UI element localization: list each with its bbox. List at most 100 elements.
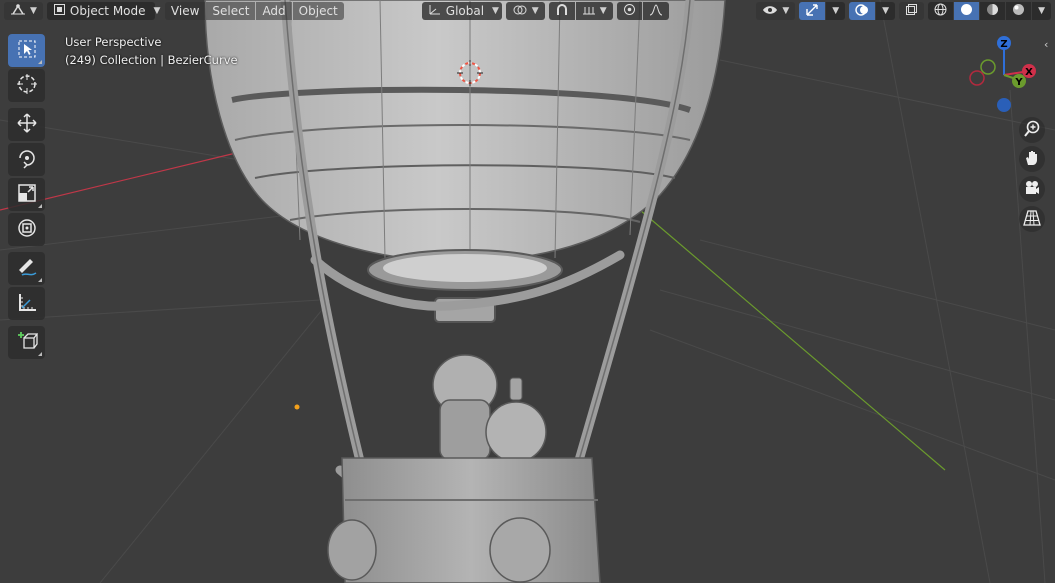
navigation-gizmo[interactable]: Z Y X bbox=[962, 30, 1048, 116]
xray-toggle[interactable] bbox=[899, 2, 925, 20]
gizmo-arrows-icon bbox=[805, 3, 819, 20]
3d-viewport[interactable] bbox=[0, 0, 1055, 583]
menu-view-label: View bbox=[170, 4, 200, 18]
viewport-header: ▼ Object Mode ▼ View Select Add Object G… bbox=[0, 0, 1055, 22]
menu-add-label: Add bbox=[262, 4, 286, 18]
basket[interactable] bbox=[327, 457, 601, 583]
ortho-toggle-button[interactable] bbox=[1019, 206, 1045, 232]
gizmo-x-label: X bbox=[1025, 67, 1033, 78]
zoom-icon bbox=[1023, 120, 1041, 141]
zoom-button[interactable] bbox=[1019, 117, 1045, 143]
shading-dropdown[interactable]: ▼ bbox=[1032, 2, 1051, 20]
view-name: User Perspective bbox=[65, 35, 162, 49]
proportional-edit-toggle[interactable] bbox=[616, 2, 642, 20]
proportional-edit-icon bbox=[623, 3, 636, 19]
magnet-icon bbox=[555, 3, 569, 19]
menu-select[interactable]: Select bbox=[206, 2, 256, 20]
tool-select-box[interactable] bbox=[8, 34, 45, 67]
transform-icon bbox=[16, 217, 38, 242]
orientation-icon bbox=[428, 3, 442, 19]
gizmo-toggle[interactable] bbox=[799, 2, 826, 20]
orientation-label: Global bbox=[445, 4, 485, 18]
camera-view-button[interactable] bbox=[1019, 176, 1045, 202]
y-axis-line bbox=[639, 209, 946, 471]
tool-annotate[interactable] bbox=[8, 252, 45, 285]
grid-ortho-icon bbox=[1023, 209, 1041, 230]
pan-button[interactable] bbox=[1019, 146, 1045, 172]
select-box-icon bbox=[17, 39, 37, 62]
annotate-icon bbox=[16, 256, 38, 281]
gizmo-dropdown[interactable]: ▼ bbox=[826, 2, 846, 20]
chevron-down-icon: ▼ bbox=[153, 6, 161, 16]
snap-toggle[interactable] bbox=[548, 2, 575, 20]
menu-object[interactable]: Object bbox=[292, 2, 344, 20]
wireframe-sphere-icon bbox=[934, 3, 947, 19]
xray-icon bbox=[905, 3, 918, 19]
rendered-sphere-icon bbox=[1012, 3, 1025, 19]
editor-type-button[interactable]: ▼ bbox=[4, 2, 43, 20]
balloon-envelope[interactable] bbox=[204, 0, 726, 323]
mode-dropdown[interactable]: Object Mode ▼ bbox=[46, 2, 160, 20]
overlays-dropdown[interactable]: ▼ bbox=[876, 2, 896, 20]
tool-measure[interactable] bbox=[8, 287, 45, 320]
sidebar-toggle-icon[interactable]: ‹ bbox=[1044, 38, 1048, 51]
gizmo-neg-y[interactable] bbox=[980, 59, 996, 75]
chevron-down-icon: ▼ bbox=[30, 6, 37, 16]
chevron-down-icon: ▼ bbox=[599, 6, 607, 16]
shading-wireframe-button[interactable] bbox=[928, 2, 954, 20]
editor-type-icon bbox=[10, 3, 26, 20]
hand-pan-icon bbox=[1023, 149, 1041, 170]
camera-icon bbox=[1023, 179, 1041, 200]
cursor-icon bbox=[16, 73, 38, 98]
tool-scale[interactable] bbox=[8, 178, 45, 211]
overlays-icon bbox=[855, 3, 869, 20]
mode-label: Object Mode bbox=[69, 4, 146, 18]
viewport-scene[interactable] bbox=[0, 0, 1055, 583]
menu-object-label: Object bbox=[298, 4, 338, 18]
shading-rendered-button[interactable] bbox=[1006, 2, 1032, 20]
gizmo-neg-z[interactable] bbox=[997, 98, 1011, 112]
chevron-down-icon: ▼ bbox=[1038, 6, 1045, 16]
add-cube-icon bbox=[16, 330, 38, 355]
chevron-down-icon: ▼ bbox=[832, 6, 840, 16]
object-origin[interactable] bbox=[294, 404, 300, 410]
snap-increment-icon bbox=[582, 4, 596, 19]
pivot-point-dropdown[interactable]: ▼ bbox=[505, 2, 545, 20]
orientation-dropdown[interactable]: Global ▼ bbox=[421, 2, 502, 20]
chevron-down-icon: ▼ bbox=[492, 6, 499, 16]
pivot-icon bbox=[512, 4, 528, 19]
overlays-toggle[interactable] bbox=[849, 2, 876, 20]
measure-icon bbox=[16, 291, 38, 316]
tool-transform[interactable] bbox=[8, 213, 45, 246]
pilot-figure[interactable] bbox=[432, 354, 547, 463]
solid-sphere-icon bbox=[960, 3, 973, 19]
tool-cursor[interactable] bbox=[8, 69, 45, 102]
chevron-down-icon: ▼ bbox=[782, 6, 790, 16]
gizmo-z-label: Z bbox=[1000, 39, 1007, 50]
viewport-info: User Perspective (249) Collection | Bezi… bbox=[65, 33, 238, 69]
tool-shelf bbox=[8, 34, 46, 361]
object-mode-icon bbox=[53, 3, 66, 19]
collection-info: (249) Collection | BezierCurve bbox=[65, 53, 238, 67]
shading-solid-button[interactable] bbox=[954, 2, 980, 20]
rotate-icon bbox=[16, 147, 38, 172]
tool-rotate[interactable] bbox=[8, 143, 45, 176]
falloff-dropdown[interactable] bbox=[642, 2, 669, 20]
tool-add-cube[interactable] bbox=[8, 326, 45, 359]
chevron-down-icon: ▼ bbox=[882, 6, 890, 16]
eye-icon bbox=[762, 4, 778, 19]
menu-view[interactable]: View bbox=[164, 2, 206, 20]
menu-add[interactable]: Add bbox=[256, 2, 292, 20]
tool-move[interactable] bbox=[8, 108, 45, 141]
move-icon bbox=[16, 112, 38, 137]
gizmo-neg-x[interactable] bbox=[969, 70, 985, 86]
gizmo-y-label: Y bbox=[1014, 77, 1023, 88]
material-sphere-icon bbox=[986, 3, 999, 19]
chevron-down-icon: ▼ bbox=[531, 6, 539, 16]
scale-icon bbox=[16, 182, 38, 207]
shading-material-button[interactable] bbox=[980, 2, 1006, 20]
falloff-curve-icon bbox=[649, 3, 663, 19]
snap-target-dropdown[interactable]: ▼ bbox=[575, 2, 613, 20]
visibility-dropdown[interactable]: ▼ bbox=[756, 2, 796, 20]
menu-select-label: Select bbox=[212, 4, 250, 18]
